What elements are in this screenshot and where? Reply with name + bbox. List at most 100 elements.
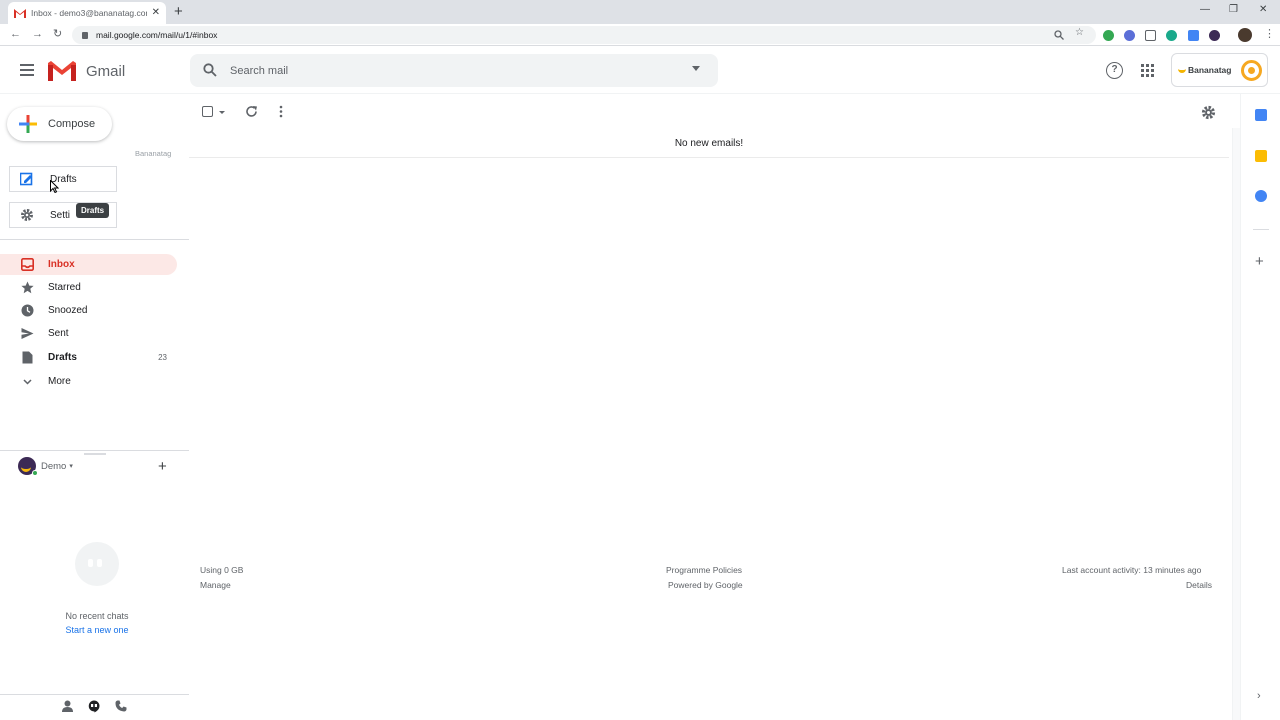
inbox-icon: [20, 258, 34, 272]
hangouts-icon[interactable]: [88, 700, 100, 713]
browser-tab-inbox[interactable]: Inbox - demo3@bananatag.com ✕: [8, 2, 166, 24]
side-panel: + ›: [1240, 94, 1280, 720]
refresh-icon[interactable]: [245, 105, 258, 118]
expand-side-panel-chevron-icon[interactable]: ›: [1257, 690, 1261, 702]
draft-icon: [20, 351, 34, 365]
banana-icon: [1178, 67, 1186, 73]
google-apps-icon[interactable]: [1141, 64, 1154, 77]
address-bar-url: mail.google.com/mail/u/1/#inbox: [96, 30, 218, 40]
chat-bubble-icon: [75, 542, 119, 586]
bananatag-section-label: Bananatag: [135, 149, 172, 158]
close-tab-icon[interactable]: ✕: [152, 8, 160, 18]
back-arrow-icon[interactable]: ←: [10, 28, 21, 40]
gmail-logo-icon: [48, 61, 76, 81]
hangouts-resize-handle[interactable]: [84, 453, 106, 455]
nav-item-label: Drafts: [48, 352, 77, 363]
bananatag-logo-icon: [1241, 60, 1262, 81]
restore-window-button[interactable]: ❐: [1229, 4, 1238, 15]
bananatag-settings-label: Setti: [50, 209, 71, 221]
main-scrollbar[interactable]: [1232, 128, 1240, 720]
star-icon: [20, 281, 34, 295]
edit-draft-icon: [20, 172, 33, 186]
manage-storage-link[interactable]: Manage: [200, 580, 231, 590]
send-icon: [20, 327, 34, 341]
start-new-chat-link[interactable]: Start a new one: [0, 625, 194, 635]
nav-divider: [0, 239, 189, 240]
get-addons-plus-icon[interactable]: +: [1255, 254, 1264, 269]
powered-by-google: Powered by Google: [668, 580, 743, 590]
extension-shield-icon[interactable]: [1103, 30, 1114, 41]
programme-policies-link[interactable]: Programme Policies: [666, 565, 742, 575]
zoom-icon[interactable]: [1054, 30, 1064, 40]
tasks-icon[interactable]: [1255, 190, 1267, 202]
phone-icon[interactable]: [115, 700, 127, 712]
person-icon[interactable]: [62, 700, 73, 712]
lock-icon: [82, 31, 88, 39]
search-icon[interactable]: [203, 63, 217, 77]
clock-icon: [20, 304, 34, 318]
help-icon[interactable]: ?: [1106, 62, 1123, 79]
keep-icon[interactable]: [1255, 150, 1267, 162]
compose-button[interactable]: Compose: [7, 107, 112, 141]
nav-item-sent[interactable]: Sent: [0, 323, 177, 344]
calendar-icon[interactable]: [1255, 109, 1267, 121]
compose-plus-icon: [19, 115, 37, 133]
search-options-dropdown-icon[interactable]: [692, 66, 700, 71]
nav-item-label: Inbox: [48, 259, 75, 270]
gear-icon: [21, 209, 33, 221]
nav-item-more[interactable]: More: [0, 371, 177, 392]
browser-profile-avatar[interactable]: [1238, 28, 1252, 42]
gmail-favicon-icon: [14, 9, 26, 18]
nav-item-label: Sent: [48, 328, 69, 339]
nav-item-starred[interactable]: Starred: [0, 277, 177, 298]
storage-usage: Using 0 GB: [200, 565, 244, 575]
hangouts-bottom-divider: [0, 694, 189, 695]
new-chat-plus-icon[interactable]: +: [158, 459, 167, 474]
message-list-divider: [189, 157, 1229, 158]
avatar: [18, 457, 38, 476]
new-tab-button[interactable]: +: [174, 4, 183, 19]
bananatag-addon-button[interactable]: Bananatag: [1171, 53, 1268, 87]
bookmark-star-icon[interactable]: ☆: [1075, 27, 1084, 38]
last-account-activity: Last account activity: 13 minutes ago: [1062, 565, 1202, 575]
extension-document-icon[interactable]: [1145, 30, 1156, 41]
hangouts-user-button[interactable]: Demo ▾: [18, 457, 73, 476]
side-panel-divider: [1253, 229, 1269, 230]
mouse-cursor-icon: [50, 180, 59, 193]
address-bar[interactable]: mail.google.com/mail/u/1/#inbox ☆: [72, 26, 1096, 44]
search-input[interactable]: [230, 62, 670, 80]
hangouts-divider: [0, 450, 189, 451]
extension-grammar-icon[interactable]: [1166, 30, 1177, 41]
nav-item-drafts[interactable]: Drafts 23: [0, 347, 177, 368]
online-status-icon: [32, 470, 38, 476]
bananatag-drafts-button[interactable]: Drafts: [9, 166, 117, 192]
browser-tabstrip: Inbox - demo3@bananatag.com ✕ + — ❐ ✕: [0, 0, 1280, 24]
hangouts-user-caret-icon: ▾: [69, 463, 73, 470]
nav-item-label: Starred: [48, 282, 81, 293]
settings-gear-icon[interactable]: [1201, 105, 1216, 120]
reload-icon[interactable]: ↻: [53, 28, 62, 40]
select-all-checkbox[interactable]: [202, 106, 213, 117]
browser-toolbar: ← → ↻ mail.google.com/mail/u/1/#inbox ☆ …: [0, 24, 1280, 46]
hangouts-user-name: Demo: [41, 460, 67, 472]
extension-compass-icon[interactable]: [1124, 30, 1135, 41]
extension-bananatag-icon[interactable]: [1209, 30, 1220, 41]
nav-item-snoozed[interactable]: Snoozed: [0, 300, 177, 321]
more-options-icon[interactable]: [279, 105, 283, 118]
chevron-down-icon: [20, 375, 34, 389]
app-name: Gmail: [86, 63, 126, 80]
nav-item-count: 23: [158, 353, 167, 362]
browser-menu-icon[interactable]: ⋮: [1264, 27, 1275, 40]
extension-screen-icon[interactable]: [1188, 30, 1199, 41]
minimize-window-button[interactable]: —: [1200, 4, 1210, 15]
select-dropdown-icon[interactable]: [219, 111, 225, 114]
nav-item-inbox[interactable]: Inbox: [0, 254, 177, 275]
compose-label: Compose: [48, 118, 96, 130]
forward-arrow-icon[interactable]: →: [32, 28, 43, 40]
nav-item-label: Snoozed: [48, 305, 88, 316]
close-window-button[interactable]: ✕: [1259, 4, 1267, 15]
activity-details-link[interactable]: Details: [1186, 580, 1212, 590]
gmail-header: Gmail ? Bananatag: [0, 47, 1280, 94]
empty-inbox-message: No new emails!: [674, 138, 744, 149]
main-menu-icon[interactable]: [20, 64, 34, 79]
